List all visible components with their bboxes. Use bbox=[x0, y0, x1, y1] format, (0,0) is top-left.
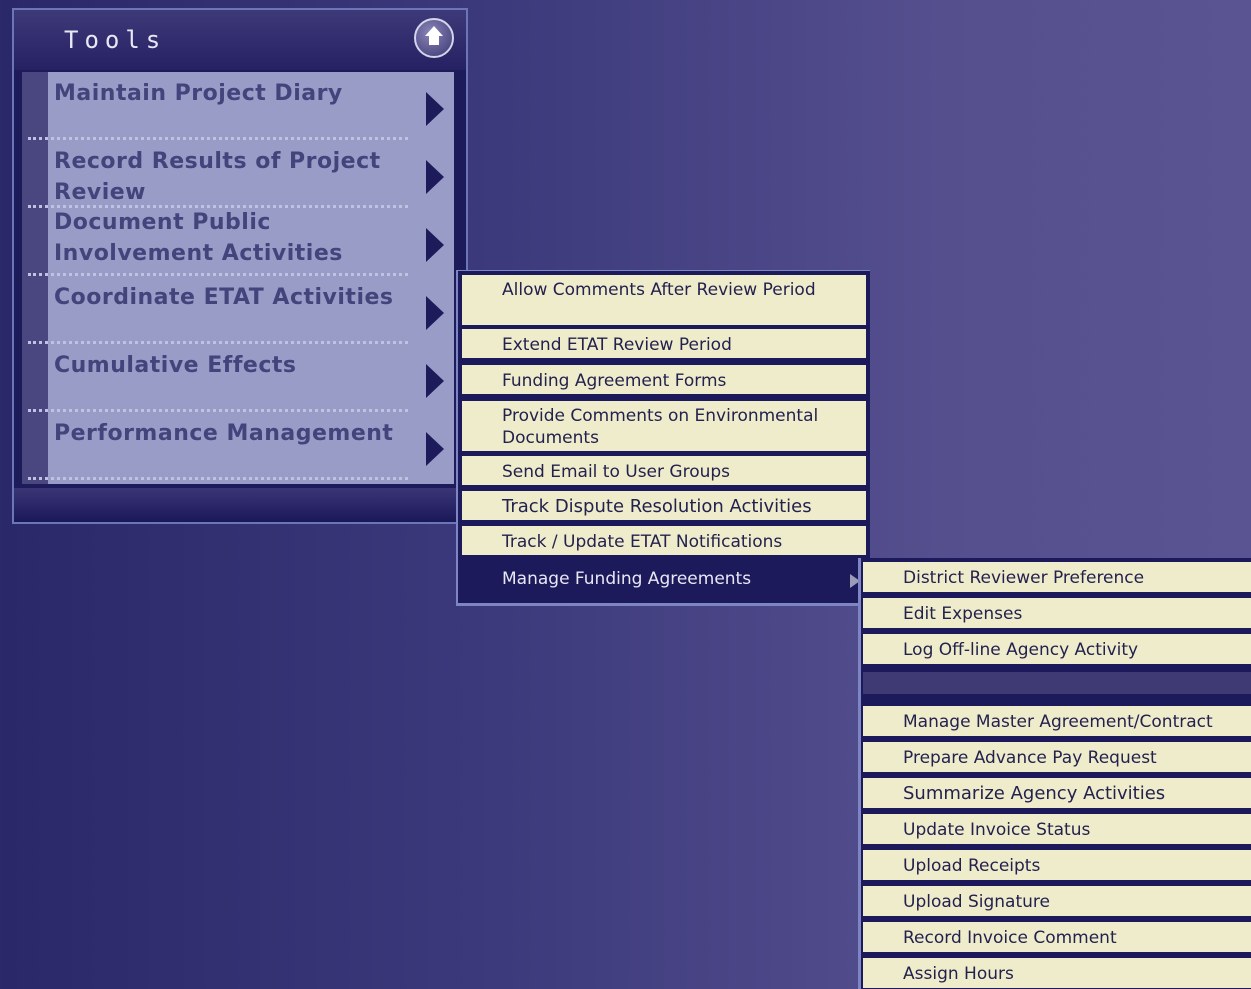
tools-item-label: Performance Management bbox=[54, 421, 394, 446]
menu-item-send-email[interactable]: Send Email to User Groups bbox=[462, 456, 866, 485]
menu-item-track-update-notifications[interactable]: Track / Update ETAT Notifications bbox=[462, 526, 866, 555]
arrow-right-icon bbox=[426, 160, 444, 194]
tools-panel: Tools Maintain Project Diary Record Resu… bbox=[12, 8, 468, 524]
menu-item-record-invoice-comment[interactable]: Record Invoice Comment bbox=[863, 922, 1251, 952]
menu-item-prepare-advance-pay[interactable]: Prepare Advance Pay Request bbox=[863, 742, 1251, 772]
tools-item-cumulative-effects[interactable]: Cumulative Effects bbox=[22, 344, 454, 412]
tools-menu: Maintain Project Diary Record Results of… bbox=[22, 72, 454, 484]
tools-item-label: Coordinate ETAT Activities bbox=[54, 285, 394, 310]
menu-item-track-dispute[interactable]: Track Dispute Resolution Activities bbox=[462, 491, 866, 520]
menu-item-summarize-agency[interactable]: Summarize Agency Activities bbox=[863, 778, 1251, 808]
tools-header: Tools bbox=[14, 10, 466, 70]
funding-submenu: District Reviewer Preference Edit Expens… bbox=[858, 558, 1251, 989]
tools-item-maintain-project-diary[interactable]: Maintain Project Diary bbox=[22, 72, 454, 140]
dotted-separator bbox=[28, 477, 408, 480]
menu-item-edit-expenses[interactable]: Edit Expenses bbox=[863, 598, 1251, 628]
menu-item-manage-master-agreement[interactable]: Manage Master Agreement/Contract bbox=[863, 706, 1251, 736]
tools-item-label: Record Results of Project Review bbox=[54, 149, 381, 205]
tools-item-document-public-involvement[interactable]: Document Public Involvement Activities bbox=[22, 208, 454, 276]
tools-item-coordinate-etat[interactable]: Coordinate ETAT Activities bbox=[22, 276, 454, 344]
menu-item-extend-review[interactable]: Extend ETAT Review Period bbox=[462, 329, 866, 358]
arrow-right-icon bbox=[426, 432, 444, 466]
arrow-right-icon bbox=[426, 92, 444, 126]
menu-item-assign-hours[interactable]: Assign Hours bbox=[863, 958, 1251, 988]
arrow-right-icon bbox=[426, 228, 444, 262]
arrow-right-icon bbox=[426, 364, 444, 398]
menu-item-upload-signature[interactable]: Upload Signature bbox=[863, 886, 1251, 916]
tools-item-performance-management[interactable]: Performance Management bbox=[22, 412, 454, 480]
menu-item-update-invoice-status[interactable]: Update Invoice Status bbox=[863, 814, 1251, 844]
tools-item-label: Cumulative Effects bbox=[54, 353, 297, 378]
menu-item-upload-receipts[interactable]: Upload Receipts bbox=[863, 850, 1251, 880]
menu-item-provide-comments[interactable]: Provide Comments on Environmental Docume… bbox=[462, 401, 866, 451]
menu-divider bbox=[863, 672, 1251, 694]
tools-item-label: Maintain Project Diary bbox=[54, 81, 343, 106]
menu-item-district-reviewer[interactable]: District Reviewer Preference bbox=[863, 562, 1251, 592]
tools-title: Tools bbox=[64, 26, 167, 54]
menu-item-allow-comments[interactable]: Allow Comments After Review Period bbox=[462, 275, 866, 325]
arrow-right-icon bbox=[426, 296, 444, 330]
menu-item-label: Manage Funding Agreements bbox=[502, 569, 752, 589]
tools-item-record-results[interactable]: Record Results of Project Review bbox=[22, 140, 454, 208]
tools-footer bbox=[14, 488, 466, 522]
etat-submenu: Allow Comments After Review Period Exten… bbox=[456, 270, 870, 606]
menu-item-funding-agreement-forms[interactable]: Funding Agreement Forms bbox=[462, 365, 866, 394]
home-icon[interactable] bbox=[414, 18, 454, 58]
menu-item-log-offline[interactable]: Log Off-line Agency Activity bbox=[863, 634, 1251, 664]
tools-item-label: Document Public Involvement Activities bbox=[54, 210, 343, 266]
menu-item-manage-funding-agreements[interactable]: Manage Funding Agreements bbox=[462, 563, 866, 591]
